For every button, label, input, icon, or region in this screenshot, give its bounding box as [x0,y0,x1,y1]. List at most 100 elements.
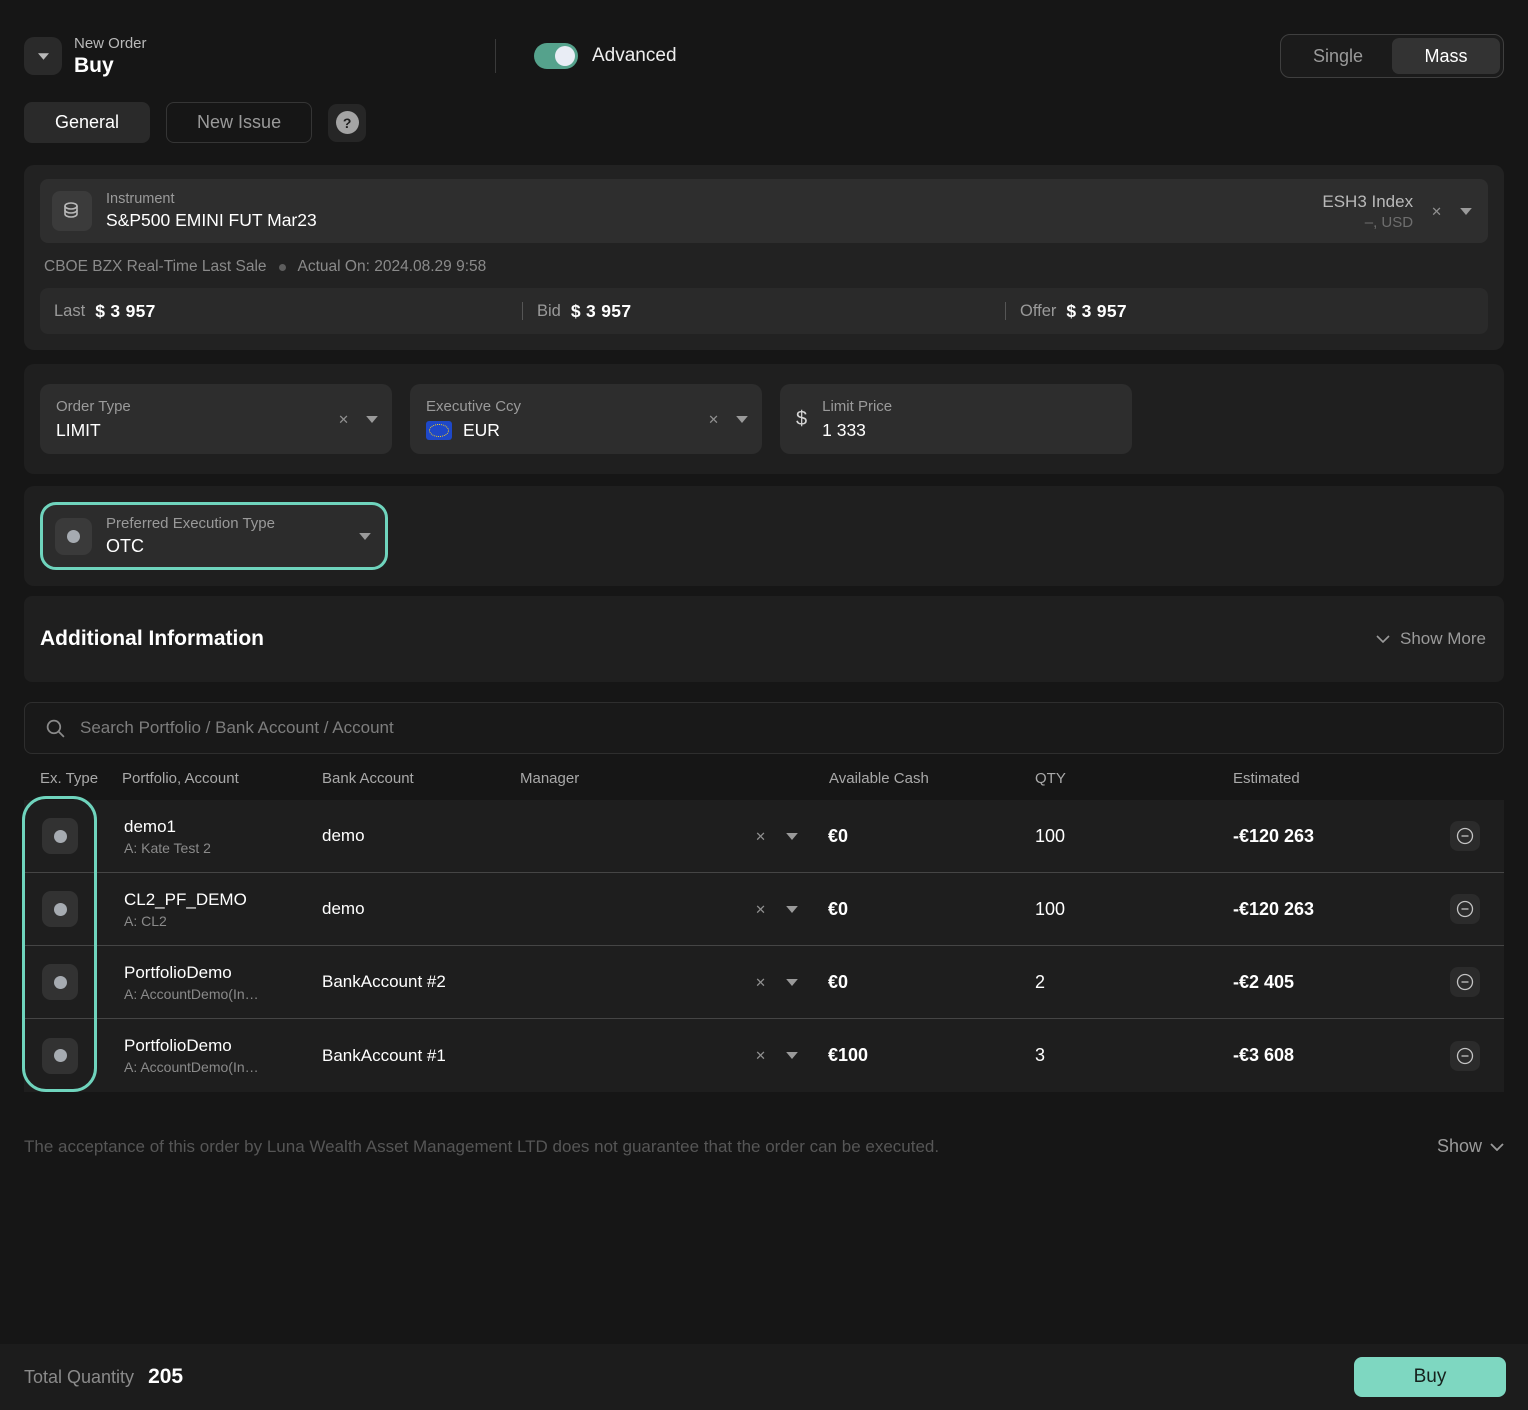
clear-manager-icon[interactable]: ✕ [755,830,766,843]
chevron-down-icon[interactable] [736,416,748,423]
col-qty: QTY [1018,770,1216,787]
portfolio-name: PortfolioDemo [124,963,322,983]
qty-input[interactable]: 3 [1018,1045,1216,1066]
header: New Order Buy Advanced Single Mass [24,32,1504,80]
mode-mass-button[interactable]: Mass [1392,38,1500,74]
search-input[interactable] [80,718,780,738]
ex-type-button[interactable] [42,1038,78,1074]
dot-icon [54,976,67,989]
search-icon [45,718,66,739]
available-cash: €0 [812,826,1018,847]
tab-general[interactable]: General [24,102,150,143]
toggle-knob [555,46,575,66]
disclaimer-text: The acceptance of this order by Luna Wea… [24,1137,939,1157]
mode-segmented-control: Single Mass [1280,34,1504,78]
new-order-window: New Order Buy Advanced Single Mass Gener… [0,0,1528,1410]
chevron-down-icon[interactable] [1460,208,1472,215]
clear-manager-icon[interactable]: ✕ [755,1049,766,1062]
qty-input[interactable]: 2 [1018,972,1216,993]
chevron-down-icon[interactable] [366,416,378,423]
remove-row-button[interactable] [1450,894,1480,924]
portfolio-name: demo1 [124,817,322,837]
chevron-down-icon[interactable] [786,1052,798,1059]
col-estimated: Estimated [1216,770,1450,787]
execution-type-icon [55,518,92,555]
disclaimer-row: The acceptance of this order by Luna Wea… [24,1136,1504,1157]
buy-button[interactable]: Buy [1354,1357,1506,1397]
executive-ccy-select[interactable]: Executive Ccy EUR ✕ [410,384,762,454]
dollar-sign-icon: $ [796,408,807,431]
instrument-field[interactable]: Instrument S&P500 EMINI FUT Mar23 ESH3 I… [40,179,1488,243]
tab-new-issue[interactable]: New Issue [166,102,312,143]
clear-manager-icon[interactable]: ✕ [755,976,766,989]
order-type-select[interactable]: Order Type LIMIT ✕ [40,384,392,454]
ex-type-button[interactable] [42,891,78,927]
clear-order-type-icon[interactable]: ✕ [338,413,349,426]
order-side: Buy [74,53,171,78]
clear-ccy-icon[interactable]: ✕ [708,413,719,426]
remove-row-button[interactable] [1450,821,1480,851]
chevron-down-icon[interactable] [786,906,798,913]
dot-icon [67,530,80,543]
show-more-button[interactable]: Show More [1376,629,1486,649]
bid-label: Bid [537,302,561,321]
advanced-toggle[interactable] [534,43,578,69]
instrument-text: Instrument S&P500 EMINI FUT Mar23 [106,191,317,231]
col-portfolio-account: Portfolio, Account [122,770,322,787]
limit-price-label: Limit Price [822,398,1118,415]
table-row[interactable]: demo1 A: Kate Test 2 demo ✕ €0 100 -€120… [24,800,1504,873]
last-value: $ 3 957 [95,301,156,322]
table-row[interactable]: PortfolioDemo A: AccountDemo(In… BankAcc… [24,1019,1504,1092]
clear-manager-icon[interactable]: ✕ [755,903,766,916]
qty-input[interactable]: 100 [1018,899,1216,920]
estimated-value: -€120 263 [1216,826,1450,847]
instrument-label: Instrument [106,191,317,207]
limit-price-input[interactable]: $ Limit Price 1 333 [780,384,1132,454]
portfolio-name: CL2_PF_DEMO [124,890,322,910]
table-row[interactable]: PortfolioDemo A: AccountDemo(In… BankAcc… [24,946,1504,1019]
ex-type-button[interactable] [42,818,78,854]
page-title: New Order Buy [74,35,171,78]
show-button[interactable]: Show [1437,1136,1504,1157]
additional-information-section: Additional Information Show More [24,596,1504,682]
preferred-execution-section: Preferred Execution Type OTC [24,486,1504,586]
total-quantity-value: 205 [148,1365,183,1389]
table-row[interactable]: CL2_PF_DEMO A: CL2 demo ✕ €0 100 -€120 2… [24,873,1504,946]
show-label: Show [1437,1136,1482,1157]
instrument-right: ESH3 Index –, USD ✕ [1322,192,1472,231]
table-header: Ex. Type Portfolio, Account Bank Account… [24,756,1504,800]
clear-instrument-icon[interactable]: ✕ [1431,205,1442,218]
available-cash: €100 [812,1045,1018,1066]
order-side-dropdown-button[interactable] [24,37,62,75]
remove-row-button[interactable] [1450,1041,1480,1071]
preferred-execution-select[interactable]: Preferred Execution Type OTC [40,502,388,570]
executive-ccy-value: EUR [463,420,500,441]
dot-icon [54,903,67,916]
instrument-name: S&P500 EMINI FUT Mar23 [106,210,317,231]
chevron-down-icon[interactable] [786,833,798,840]
col-manager: Manager [520,770,812,787]
order-fields-section: Order Type LIMIT ✕ Executive Ccy EUR ✕ [24,364,1504,474]
chevron-down-icon[interactable] [786,979,798,986]
col-available-cash: Available Cash [812,770,1018,787]
bid-price-segment: Bid $ 3 957 [523,288,1005,334]
show-more-label: Show More [1400,629,1486,649]
total-quantity-label: Total Quantity [24,1367,134,1388]
qty-input[interactable]: 100 [1018,826,1216,847]
remove-row-button[interactable] [1450,967,1480,997]
search-bar[interactable] [24,702,1504,754]
ex-type-button[interactable] [42,964,78,1000]
tab-bar: General New Issue ? [24,102,1504,143]
dot-icon [54,830,67,843]
eu-flag-icon [426,421,452,440]
chevron-down-icon [1490,1143,1504,1151]
table-body: demo1 A: Kate Test 2 demo ✕ €0 100 -€120… [24,800,1504,1092]
order-label: New Order [74,35,171,53]
offer-label: Offer [1020,302,1056,321]
chevron-down-icon[interactable] [359,533,371,540]
ticker-sub: –, USD [1322,214,1413,231]
help-button[interactable]: ? [328,104,366,142]
mode-single-button[interactable]: Single [1284,38,1392,74]
executive-ccy-label: Executive Ccy [426,398,708,415]
minus-circle-icon [1455,1046,1475,1066]
